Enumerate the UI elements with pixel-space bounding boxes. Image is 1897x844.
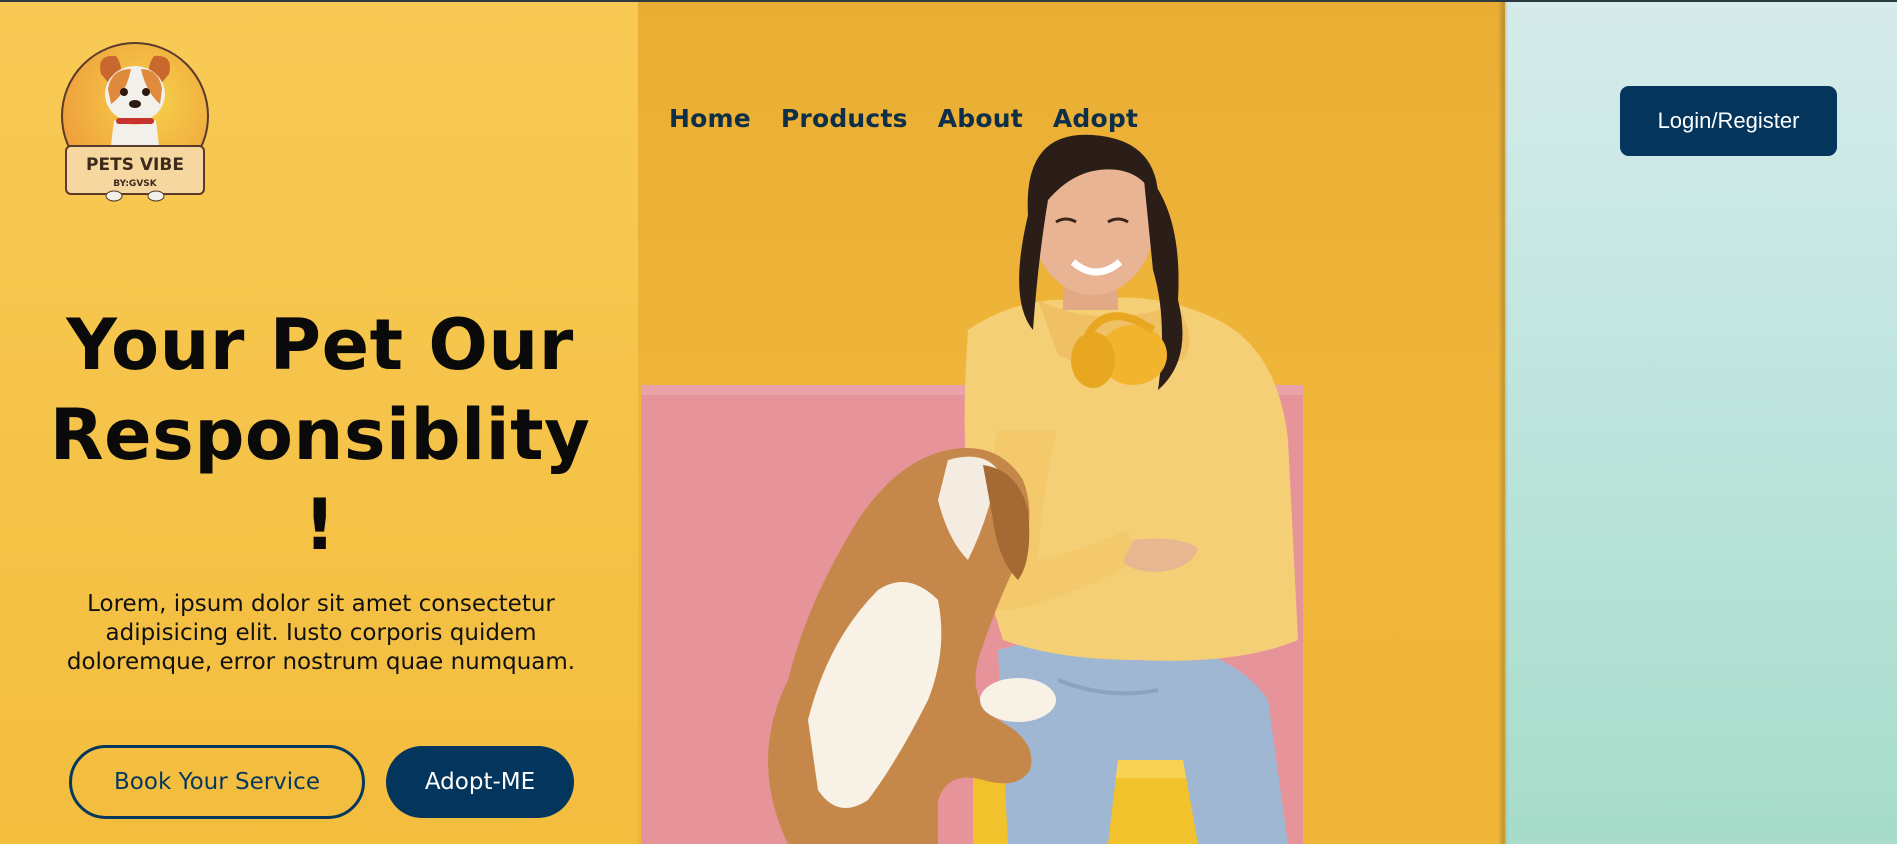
login-register-button[interactable]: Login/Register [1620,86,1837,156]
nav-products[interactable]: Products [781,104,908,133]
hero-description: Lorem, ipsum dolor sit amet consectetur … [66,591,576,675]
nav-adopt[interactable]: Adopt [1053,104,1138,133]
logo[interactable]: PETS VIBE BY:GVSK [56,34,214,204]
landing-page: PETS VIBE BY:GVSK Home Products About Ad… [0,0,1897,844]
hero-title-line-1: Your Pet Our [66,304,574,386]
book-service-button[interactable]: Book Your Service [69,745,365,819]
hero-title-line-2: Responsiblity [49,394,591,476]
main-nav: Home Products About Adopt [669,104,1138,133]
top-border [0,0,1897,2]
hero-title-line-3: ! [303,484,337,566]
nav-about[interactable]: About [938,104,1023,133]
adopt-me-button[interactable]: Adopt-ME [386,746,574,818]
logo-brand-text: PETS VIBE [86,155,184,175]
hero-title: Your Pet Our Responsiblity ! [40,300,600,570]
nav-home[interactable]: Home [669,104,751,133]
logo-sub-text: BY:GVSK [113,179,158,189]
